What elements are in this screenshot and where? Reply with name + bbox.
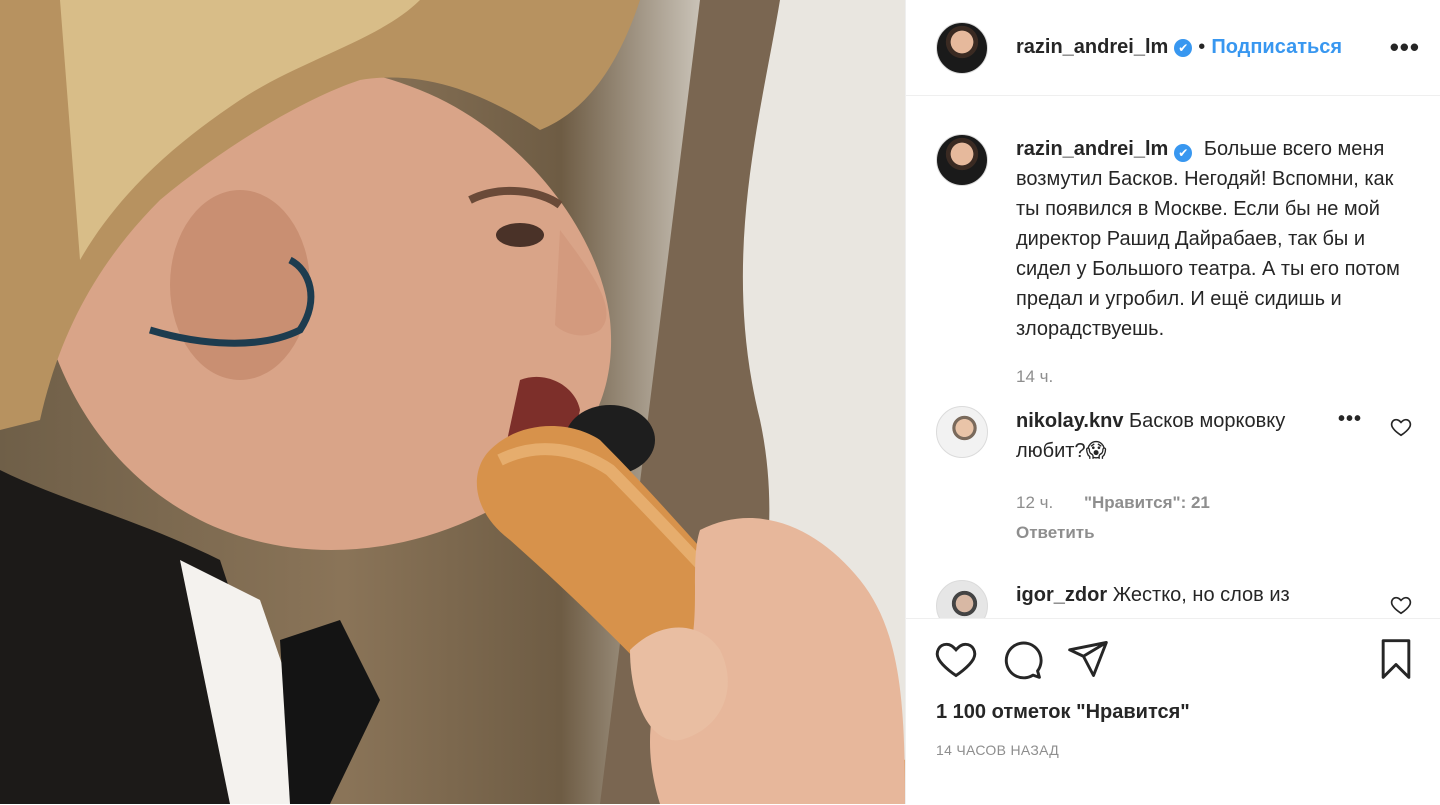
post-photo[interactable]	[0, 0, 905, 804]
bookmark-icon[interactable]	[1374, 637, 1418, 681]
caption-username[interactable]: razin_andrei_lm	[1016, 138, 1168, 160]
verified-icon: ✔	[1174, 144, 1193, 162]
comment-item: igor_zdor Жестко, но слов из	[906, 580, 1440, 618]
post-time[interactable]: 14 ЧАСОВ НАЗАД	[906, 742, 1440, 758]
comment-time[interactable]: 12 ч.	[1016, 493, 1053, 512]
comment-username[interactable]: nikolay.knv	[1016, 410, 1123, 432]
reply-button[interactable]: Ответить	[1016, 523, 1095, 542]
separator-dot: •	[1198, 36, 1206, 58]
photo-illustration	[0, 0, 905, 804]
more-icon[interactable]: •••	[1390, 32, 1420, 63]
commenter-avatar[interactable]	[936, 406, 988, 458]
caption-comment: razin_andrei_lm ✔ Больше всего меня возму…	[906, 134, 1440, 392]
comment-item: nikolay.knv Басков морковку любит?😱 12 ч…	[906, 406, 1440, 548]
comment-likes[interactable]: "Нравится": 21	[1084, 493, 1210, 512]
comment-username[interactable]: igor_zdor	[1016, 584, 1107, 606]
comments-list[interactable]: razin_andrei_lm ✔ Больше всего меня возму…	[906, 96, 1440, 618]
comment-icon[interactable]	[1000, 637, 1044, 681]
post-sidebar: razin_andrei_lm ✔ • Подписаться ••• razi…	[905, 0, 1440, 804]
comment-more-icon[interactable]: •••	[1338, 408, 1362, 431]
heart-icon[interactable]	[934, 637, 978, 681]
post-header: razin_andrei_lm ✔ • Подписаться •••	[906, 0, 1440, 96]
caption-avatar[interactable]	[936, 134, 988, 186]
share-icon[interactable]	[1066, 637, 1110, 681]
follow-button[interactable]: Подписаться	[1211, 36, 1342, 59]
likes-count[interactable]: 1 100 отметок "Нравится"	[906, 701, 1440, 724]
comment-heart-icon[interactable]	[1390, 594, 1412, 616]
post-modal: razin_andrei_lm ✔ • Подписаться ••• razi…	[0, 0, 1440, 804]
caption-time[interactable]: 14 ч.	[1016, 367, 1053, 386]
author-username[interactable]: razin_andrei_lm	[1016, 36, 1168, 59]
commenter-avatar[interactable]	[936, 580, 988, 618]
post-actions: 1 100 отметок "Нравится" 14 ЧАСОВ НАЗАД	[906, 618, 1440, 805]
action-icons	[906, 619, 1440, 699]
verified-icon: ✔	[1174, 38, 1193, 57]
comment-heart-icon[interactable]	[1390, 416, 1412, 438]
author-avatar[interactable]	[936, 21, 988, 74]
comment-text: Жестко, но слов из	[1112, 584, 1290, 606]
caption-text: Больше всего меня возмутил Басков. Негод…	[1016, 138, 1400, 340]
